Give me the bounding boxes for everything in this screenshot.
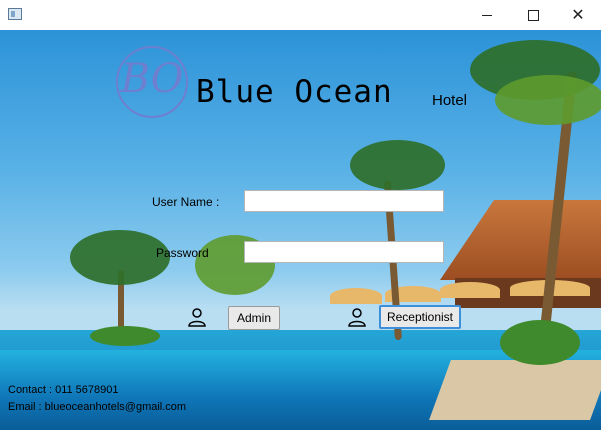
admin-button[interactable]: Admin	[228, 306, 280, 330]
background-scene: BO Blue Ocean Hotel User Name : Password…	[0, 30, 601, 430]
umbrella	[330, 288, 382, 304]
bush	[90, 326, 160, 346]
username-label: User Name :	[152, 195, 220, 209]
admin-user-icon	[188, 308, 206, 327]
palm-frond	[70, 230, 170, 285]
maximize-icon	[527, 9, 539, 21]
palm-frond	[350, 140, 445, 190]
pool-deck	[429, 360, 601, 420]
brand-logo: BO	[116, 46, 188, 118]
title-bar: ✕	[0, 0, 601, 30]
close-button[interactable]: ✕	[555, 0, 601, 30]
password-input[interactable]	[244, 241, 444, 263]
brand-subtitle: Hotel	[432, 92, 468, 109]
minimize-button[interactable]	[464, 0, 510, 30]
palm-frond	[495, 75, 601, 125]
brand-name: Blue Ocean	[196, 74, 393, 110]
bush	[500, 320, 580, 365]
umbrella	[440, 282, 500, 298]
contact-text: Contact : 011 5678901	[8, 384, 119, 396]
email-text: Email : blueoceanhotels@gmail.com	[8, 401, 187, 413]
receptionist-user-icon	[348, 308, 366, 327]
password-label: Password	[156, 246, 209, 260]
close-icon: ✕	[571, 5, 585, 24]
receptionist-button[interactable]: Receptionist	[379, 305, 461, 329]
resort-roof	[440, 200, 601, 280]
brand-logo-text: BO	[120, 56, 184, 102]
maximize-button[interactable]	[510, 0, 556, 30]
minimize-icon	[482, 14, 492, 16]
app-icon	[8, 8, 22, 20]
username-input[interactable]	[244, 190, 444, 212]
